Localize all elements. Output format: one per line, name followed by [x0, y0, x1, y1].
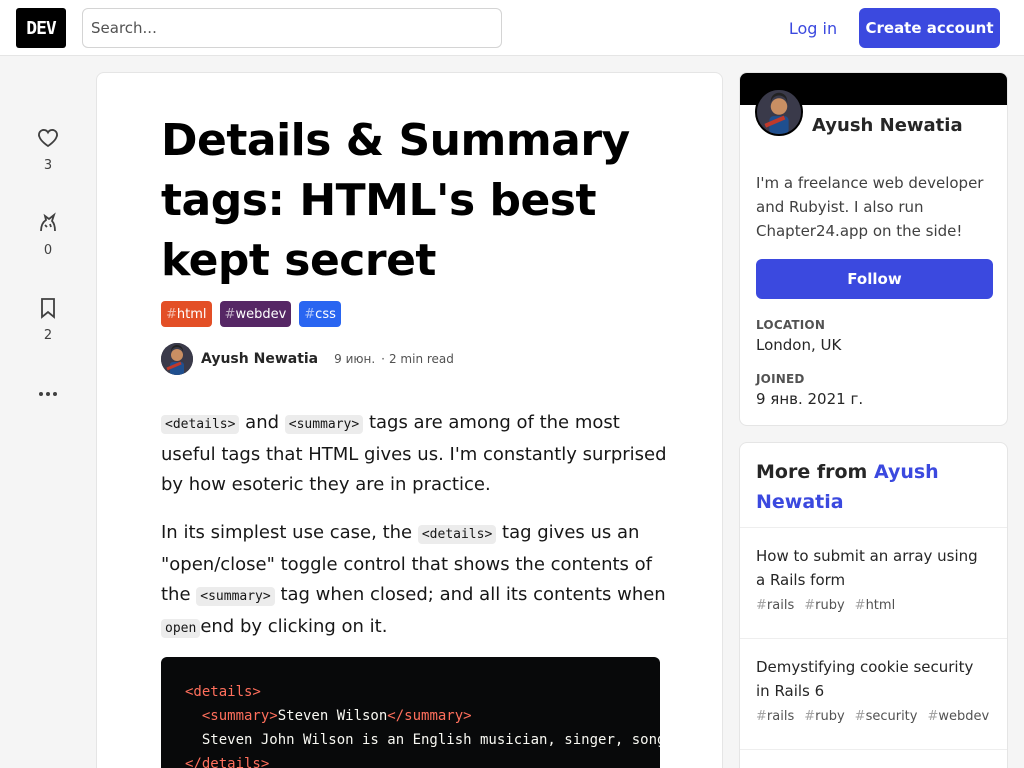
bookmark-count: 2: [43, 328, 53, 343]
like-reaction-button[interactable]: 3: [28, 126, 68, 173]
publish-date: 9 июн.: [334, 352, 376, 366]
article-tags: # html # webdev # css: [161, 301, 341, 327]
search-input[interactable]: [82, 8, 502, 48]
tag-security[interactable]: #security: [855, 709, 918, 724]
joined-label: JOINED: [756, 372, 805, 386]
paragraph-2: In its simplest use case, the <details> …: [161, 522, 666, 638]
tag-ruby[interactable]: #ruby: [804, 709, 844, 724]
more-from-card: More from Ayush Newatia How to submit an…: [739, 442, 1008, 768]
tag-html[interactable]: #html: [855, 598, 896, 613]
tag-ruby[interactable]: #ruby: [804, 598, 844, 613]
more-item-tags: #rails #ruby #security #webdev: [756, 709, 991, 724]
bookmark-reaction-button[interactable]: 2: [28, 296, 68, 343]
author-profile-card: Ayush Newatia I'm a freelance web develo…: [739, 72, 1008, 426]
profile-bio: I'm a freelance web developer and Rubyis…: [756, 174, 984, 240]
unicorn-icon: [40, 212, 56, 232]
unicorn-reaction-button[interactable]: 0: [28, 211, 68, 258]
more-icon: [39, 392, 57, 396]
dev-logo[interactable]: DEV: [16, 8, 66, 48]
more-from-item[interactable]: Demystifying cookie security in Rails 6 …: [740, 638, 1007, 740]
read-time: 2 min read: [388, 352, 454, 366]
unicorn-count: 0: [43, 243, 53, 258]
tag-rails[interactable]: #rails: [756, 598, 794, 613]
login-link[interactable]: Log in: [775, 8, 851, 48]
article-author-row: Ayush Newatia 9 июн. · 2 min read: [161, 343, 454, 375]
tag-css[interactable]: # css: [299, 301, 341, 327]
tag-rails[interactable]: #rails: [756, 709, 794, 724]
inline-code: <summary>: [196, 587, 275, 606]
article-title: Details & Summary tags: HTML's best kept…: [161, 115, 630, 286]
inline-code: <details>: [161, 415, 240, 434]
author-name[interactable]: Ayush Newatia: [201, 351, 318, 367]
more-item-title: Demystifying cookie security in Rails 6: [756, 658, 974, 700]
more-from-item[interactable]: How to submit an array using a Rails for…: [740, 527, 1007, 629]
joined-value: 9 янв. 2021 г.: [756, 390, 864, 408]
inline-code: <details>: [417, 525, 497, 544]
heart-icon: [38, 129, 58, 148]
article-card: Details & Summary tags: HTML's best kept…: [96, 72, 723, 768]
profile-name[interactable]: Ayush Newatia: [812, 115, 963, 136]
more-item-tags: #rails #ruby #html: [756, 598, 991, 613]
author-avatar[interactable]: [161, 343, 193, 375]
more-options-button[interactable]: [28, 382, 68, 406]
profile-avatar[interactable]: [755, 88, 803, 136]
tag-webdev[interactable]: #webdev: [219, 301, 292, 327]
code-block[interactable]: <details> <summary>Steven Wilson</summar…: [161, 657, 660, 768]
meta-separator: ·: [381, 352, 385, 366]
top-header: DEV Log in Create account: [0, 0, 1024, 56]
location-value: London, UK: [756, 336, 842, 354]
tag-html[interactable]: #html: [161, 301, 212, 327]
inline-code: open: [161, 619, 201, 638]
bookmark-icon: [41, 298, 55, 319]
inline-code: <summary>: [284, 415, 364, 434]
like-count: 3: [43, 158, 53, 173]
create-account-button[interactable]: Create account: [859, 8, 1000, 48]
paragraph-1: <details> and <summary> tags are among o…: [161, 412, 667, 495]
location-label: LOCATION: [756, 318, 826, 332]
more-from-title: More from Ayush Newatia: [756, 461, 939, 513]
more-item-title: How to submit an array using a Rails for…: [756, 547, 978, 589]
follow-button[interactable]: Follow: [756, 259, 993, 299]
tag-webdev[interactable]: #webdev: [927, 709, 989, 724]
more-from-item[interactable]: [740, 749, 1007, 768]
